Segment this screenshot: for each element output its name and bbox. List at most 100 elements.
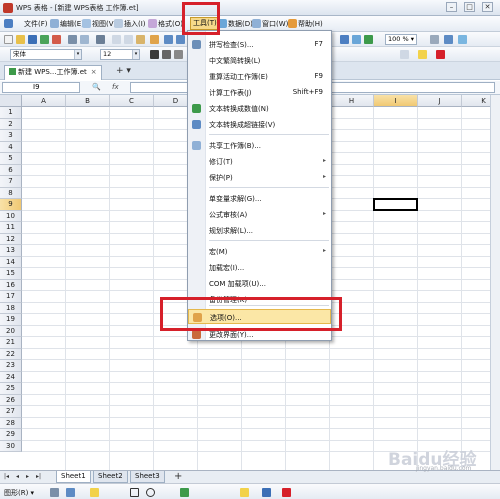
new-doc-icon[interactable] xyxy=(4,35,13,44)
row-header[interactable]: 9 xyxy=(0,199,22,211)
row-header[interactable]: 25 xyxy=(0,383,22,395)
menu-item-formula-audit[interactable]: 公式审核(A) ▸ xyxy=(188,207,331,222)
row-header[interactable]: 5 xyxy=(0,153,22,165)
minimize-button[interactable]: – xyxy=(446,2,457,12)
row-header[interactable]: 11 xyxy=(0,222,22,234)
chart-icon[interactable] xyxy=(364,35,373,44)
close-window-button[interactable]: ✕ xyxy=(482,2,493,12)
draw-font-color-icon[interactable] xyxy=(282,488,291,497)
menu-insert[interactable]: 插入(I) xyxy=(124,19,146,29)
fx-icon[interactable]: fx xyxy=(112,83,119,91)
print-icon[interactable] xyxy=(68,35,77,44)
close-tab-icon[interactable]: × xyxy=(91,66,97,79)
column-header[interactable]: I xyxy=(374,95,418,107)
sheet-tab-sheet2[interactable]: Sheet2 xyxy=(93,471,128,483)
undo-icon[interactable] xyxy=(164,35,173,44)
autoshape-icon[interactable] xyxy=(90,488,99,497)
menu-item-chinese-conversion[interactable]: 中文繁简转换(L) xyxy=(188,53,331,68)
sheet-tab-sheet3[interactable]: Sheet3 xyxy=(130,471,165,483)
menu-item-share-workbook[interactable]: 共享工作簿(B)... xyxy=(188,138,331,153)
sort-icon[interactable] xyxy=(352,35,361,44)
print-preview-icon[interactable] xyxy=(80,35,89,44)
help-tool-icon[interactable] xyxy=(430,35,439,44)
row-header[interactable]: 30 xyxy=(0,440,22,452)
column-header[interactable]: J xyxy=(418,95,462,107)
row-header[interactable]: 18 xyxy=(0,302,22,314)
font-size-select[interactable]: 12 ▾ xyxy=(100,49,140,60)
draw-fill-color-icon[interactable] xyxy=(240,488,249,497)
find-icon[interactable] xyxy=(444,35,453,44)
menu-item-calc-sheet[interactable]: 计算工作表(J) Shift+F9 xyxy=(188,85,331,100)
draw-menu[interactable]: 图形(R) ▾ xyxy=(4,488,34,498)
row-header[interactable]: 24 xyxy=(0,371,22,383)
row-header[interactable]: 20 xyxy=(0,325,22,337)
menu-item-solver[interactable]: 规划求解(L)... xyxy=(188,223,331,238)
redo-icon[interactable] xyxy=(176,35,185,44)
row-header[interactable]: 1 xyxy=(0,107,22,119)
zoom-select[interactable]: 100 % ▾ xyxy=(385,34,417,45)
menu-help[interactable]: 帮助(H) xyxy=(298,19,323,29)
column-header[interactable]: A xyxy=(22,95,66,107)
line-color-icon[interactable] xyxy=(262,488,271,497)
menu-item-text-to-hyperlink[interactable]: 文本转换成超链接(V) xyxy=(188,117,331,132)
row-header[interactable]: 23 xyxy=(0,360,22,372)
row-header[interactable]: 3 xyxy=(0,130,22,142)
menu-item-com-add-ins[interactable]: COM 加载项(U)... xyxy=(188,276,331,291)
row-header[interactable]: 12 xyxy=(0,233,22,245)
rotate-icon[interactable] xyxy=(66,488,75,497)
font-color-icon[interactable] xyxy=(436,50,445,59)
paste-icon[interactable] xyxy=(136,35,145,44)
menu-item-protect[interactable]: 保护(P) ▸ xyxy=(188,170,331,185)
border-icon[interactable] xyxy=(400,50,409,59)
bold-icon[interactable] xyxy=(150,50,159,59)
menu-file[interactable]: 文件(F) xyxy=(24,19,48,29)
menu-window[interactable]: 窗口(W) xyxy=(262,19,288,29)
copy-icon[interactable] xyxy=(124,35,133,44)
menu-item-macro[interactable]: 宏(M) ▸ xyxy=(188,244,331,259)
search-function-icon[interactable]: 🔍 xyxy=(92,83,101,91)
menu-item-goal-seek[interactable]: 单变量求解(G)... xyxy=(188,191,331,206)
row-header[interactable]: 16 xyxy=(0,279,22,291)
menu-item-revisions[interactable]: 修订(T) ▸ xyxy=(188,154,331,169)
menu-format[interactable]: 格式(O) xyxy=(158,19,183,29)
row-header[interactable]: 28 xyxy=(0,417,22,429)
pdf-icon[interactable] xyxy=(52,35,61,44)
next-sheet-button[interactable]: ▸ xyxy=(26,473,29,480)
name-box[interactable]: I9 xyxy=(2,82,80,93)
row-header[interactable]: 17 xyxy=(0,291,22,303)
cut-icon[interactable] xyxy=(112,35,121,44)
row-header[interactable]: 21 xyxy=(0,337,22,349)
row-header[interactable]: 6 xyxy=(0,164,22,176)
row-header[interactable]: 27 xyxy=(0,406,22,418)
add-sheet-button[interactable]: + xyxy=(174,471,182,483)
row-header[interactable]: 29 xyxy=(0,429,22,441)
row-header[interactable]: 7 xyxy=(0,176,22,188)
menu-data[interactable]: 数据(D) xyxy=(228,19,253,29)
row-header[interactable]: 14 xyxy=(0,256,22,268)
export-icon[interactable] xyxy=(40,35,49,44)
last-sheet-button[interactable]: ▸| xyxy=(36,473,41,480)
row-header[interactable]: 19 xyxy=(0,314,22,326)
first-sheet-button[interactable]: |◂ xyxy=(4,473,9,480)
sum-icon[interactable] xyxy=(340,35,349,44)
spellcheck-icon[interactable] xyxy=(96,35,105,44)
insert-picture-icon[interactable] xyxy=(180,488,189,497)
new-tab-button[interactable]: + ▾ xyxy=(116,66,131,76)
row-header[interactable]: 15 xyxy=(0,268,22,280)
select-all-corner[interactable] xyxy=(0,95,22,107)
column-header[interactable]: B xyxy=(66,95,110,107)
menu-item-add-ins[interactable]: 加载宏(I)... xyxy=(188,260,331,275)
document-tab[interactable]: 新建 WPS...工作簿.et × xyxy=(4,65,102,80)
row-header[interactable]: 4 xyxy=(0,141,22,153)
row-header[interactable]: 13 xyxy=(0,245,22,257)
row-header[interactable]: 22 xyxy=(0,348,22,360)
menu-item-recalc-workbook[interactable]: 重算活动工作簿(E) F9 xyxy=(188,69,331,84)
menu-edit[interactable]: 编辑(E) xyxy=(60,19,84,29)
row-header[interactable]: 26 xyxy=(0,394,22,406)
select-pointer-icon[interactable] xyxy=(50,488,59,497)
font-name-select[interactable]: 宋体 ▾ xyxy=(10,49,82,60)
row-header[interactable]: 8 xyxy=(0,187,22,199)
open-folder-icon[interactable] xyxy=(16,35,25,44)
sheet-tab-sheet1[interactable]: Sheet1 xyxy=(56,471,91,483)
menu-view[interactable]: 视图(V) xyxy=(92,19,116,29)
